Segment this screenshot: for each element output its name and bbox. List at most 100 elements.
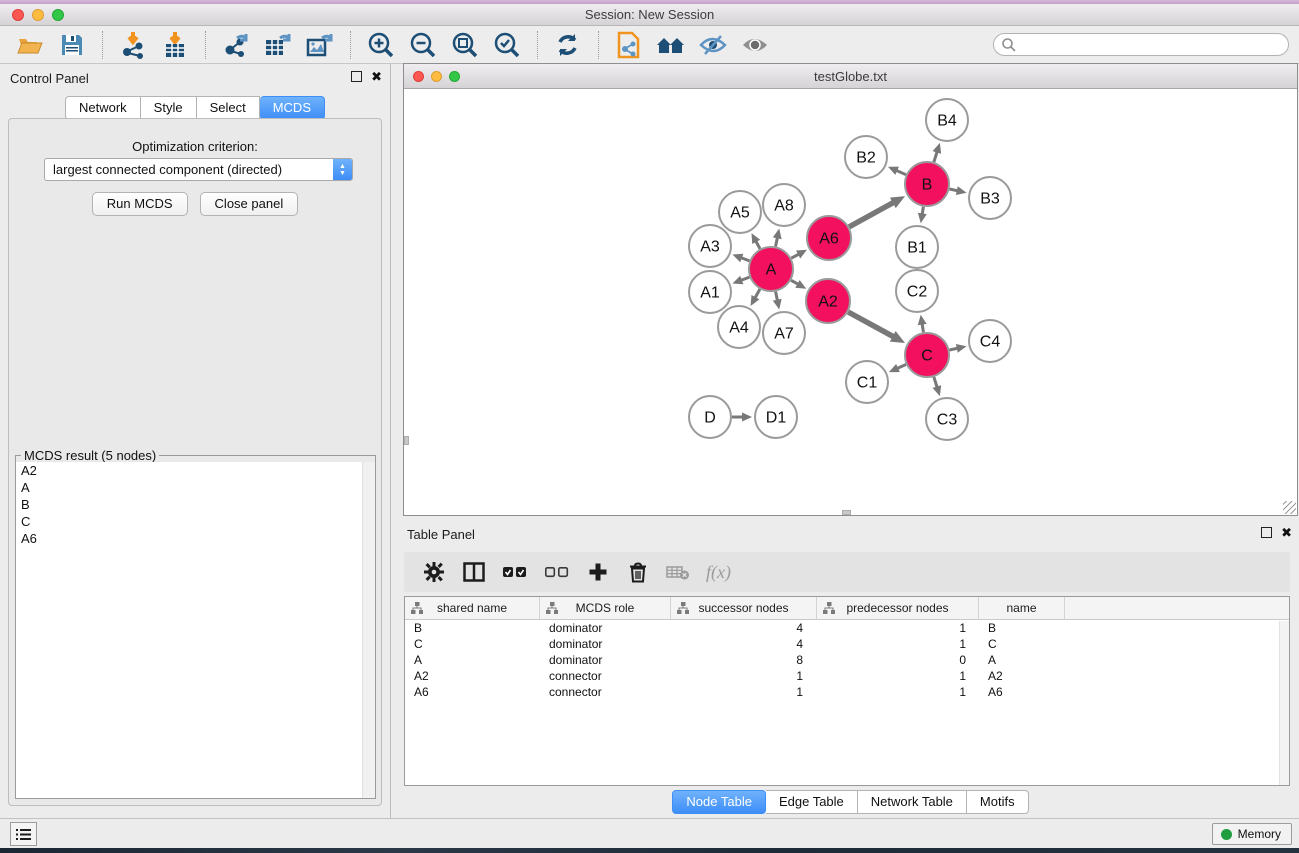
close-panel-icon[interactable]: ✖ xyxy=(371,71,382,82)
graph-edge[interactable] xyxy=(755,289,760,298)
graph-edge[interactable] xyxy=(791,254,799,258)
table-row[interactable]: A2connector11A2 xyxy=(405,668,1289,684)
mcds-result-list[interactable]: A2ABCA6 xyxy=(16,462,375,798)
app-window: Session: New Session xyxy=(0,0,1299,853)
column-header-successor-nodes[interactable]: successor nodes xyxy=(671,597,817,619)
graph-edge[interactable] xyxy=(934,151,937,162)
result-scrollbar[interactable] xyxy=(362,462,375,798)
result-list-item[interactable]: A6 xyxy=(16,530,375,547)
tab-network-table[interactable]: Network Table xyxy=(858,790,967,814)
table-settings-gear-icon[interactable] xyxy=(422,558,446,586)
network-vscroll-thumb[interactable] xyxy=(404,436,409,445)
result-list-item[interactable]: A2 xyxy=(16,462,375,479)
export-network-icon[interactable] xyxy=(220,30,252,60)
tab-mcds[interactable]: MCDS xyxy=(260,96,325,120)
criterion-dropdown-value: largest connected component (directed) xyxy=(45,162,333,177)
criterion-dropdown[interactable]: largest connected component (directed) ▲… xyxy=(44,158,353,181)
float-panel-icon[interactable] xyxy=(351,71,362,82)
home-icon[interactable] xyxy=(655,30,687,60)
graph-edge[interactable] xyxy=(934,377,937,388)
column-header-mcds-role[interactable]: MCDS role xyxy=(540,597,671,619)
graph-edge[interactable] xyxy=(922,207,923,215)
desktop-background xyxy=(0,848,1299,853)
task-history-button[interactable] xyxy=(10,822,37,846)
graph-edge[interactable] xyxy=(922,324,923,333)
import-network-icon[interactable] xyxy=(117,30,149,60)
graph-node-label: A2 xyxy=(818,294,838,311)
tab-select[interactable]: Select xyxy=(197,96,260,120)
graph-edge[interactable] xyxy=(791,280,798,284)
export-image-icon[interactable] xyxy=(304,30,336,60)
graph-edge-arrowhead xyxy=(773,229,782,240)
export-table-icon[interactable] xyxy=(262,30,294,60)
zoom-out-icon[interactable] xyxy=(407,30,439,60)
result-list-item[interactable]: C xyxy=(16,513,375,530)
result-list-item[interactable]: B xyxy=(16,496,375,513)
zoom-selected-icon[interactable] xyxy=(491,30,523,60)
network-hscroll-thumb[interactable] xyxy=(842,510,851,515)
search-input[interactable] xyxy=(1017,38,1288,52)
graph-node-label: A5 xyxy=(730,205,750,222)
zoom-fit-icon[interactable] xyxy=(449,30,481,60)
table-row[interactable]: A6connector11A6 xyxy=(405,684,1289,700)
shared-column-icon xyxy=(411,602,423,617)
graph-edge[interactable] xyxy=(776,292,778,301)
import-table-icon[interactable] xyxy=(159,30,191,60)
table-row[interactable]: Cdominator41C xyxy=(405,636,1289,652)
graph-edge[interactable] xyxy=(949,348,957,350)
network-canvas[interactable]: AA1A2A3A4A5A6A7A8BB1B2B3B4CC1C2C3C4DD1 xyxy=(404,89,1297,515)
graph-edge[interactable] xyxy=(776,237,778,246)
table-row[interactable]: Bdominator41B xyxy=(405,620,1289,636)
tab-network[interactable]: Network xyxy=(65,96,141,120)
network-window-titlebar[interactable]: testGlobe.txt xyxy=(404,64,1297,89)
graph-edge[interactable] xyxy=(897,364,906,368)
tab-edge-table[interactable]: Edge Table xyxy=(766,790,858,814)
save-session-icon[interactable] xyxy=(56,30,88,60)
zoom-in-icon[interactable] xyxy=(365,30,397,60)
graph-edge[interactable] xyxy=(949,189,957,191)
run-mcds-button[interactable]: Run MCDS xyxy=(92,192,188,216)
table-cell: A2 xyxy=(979,669,1065,683)
select-all-icon[interactable] xyxy=(502,558,528,586)
session-doc-icon[interactable] xyxy=(613,30,645,60)
table-cell: 8 xyxy=(671,653,817,667)
open-session-icon[interactable] xyxy=(14,30,46,60)
graph-edge[interactable] xyxy=(849,202,894,227)
result-list-item[interactable]: A xyxy=(16,479,375,496)
graph-node-label: B2 xyxy=(856,150,876,167)
show-all-icon[interactable] xyxy=(739,30,771,60)
tab-motifs[interactable]: Motifs xyxy=(967,790,1029,814)
search-box[interactable] xyxy=(993,33,1289,56)
graph-edge[interactable] xyxy=(848,312,893,337)
graph-node-label: B4 xyxy=(937,113,957,130)
table-cell: 1 xyxy=(817,669,979,683)
graph-edge-arrowhead xyxy=(732,254,743,262)
status-bar: Memory xyxy=(0,818,1299,848)
delete-column-icon[interactable] xyxy=(626,558,650,586)
column-header-shared-name[interactable]: shared name xyxy=(405,597,540,619)
tab-node-table[interactable]: Node Table xyxy=(672,790,766,814)
close-panel-button[interactable]: Close panel xyxy=(200,192,299,216)
tab-style[interactable]: Style xyxy=(141,96,197,120)
table-row[interactable]: Adominator80A xyxy=(405,652,1289,668)
hide-selected-icon[interactable] xyxy=(697,30,729,60)
float-table-panel-icon[interactable] xyxy=(1261,527,1272,538)
resize-grip[interactable] xyxy=(1283,501,1296,514)
table-scrollbar[interactable] xyxy=(1279,621,1289,785)
table-cell: A6 xyxy=(979,685,1065,699)
graph-edge[interactable] xyxy=(756,241,760,249)
graph-edge[interactable] xyxy=(741,277,750,280)
show-columns-icon[interactable] xyxy=(462,558,486,586)
table-panel: Table Panel ✖ xyxy=(403,520,1298,818)
column-header-name[interactable]: name xyxy=(979,597,1065,619)
table-cell: 1 xyxy=(671,685,817,699)
graph-edge[interactable] xyxy=(896,170,906,174)
graph-edge[interactable] xyxy=(741,258,750,261)
table-cell: 1 xyxy=(817,637,979,651)
refresh-icon[interactable] xyxy=(552,30,584,60)
add-column-icon[interactable] xyxy=(586,558,610,586)
deselect-all-icon[interactable] xyxy=(544,558,570,586)
close-table-panel-icon[interactable]: ✖ xyxy=(1281,527,1292,538)
memory-button[interactable]: Memory xyxy=(1212,823,1292,845)
column-header-predecessor-nodes[interactable]: predecessor nodes xyxy=(817,597,979,619)
